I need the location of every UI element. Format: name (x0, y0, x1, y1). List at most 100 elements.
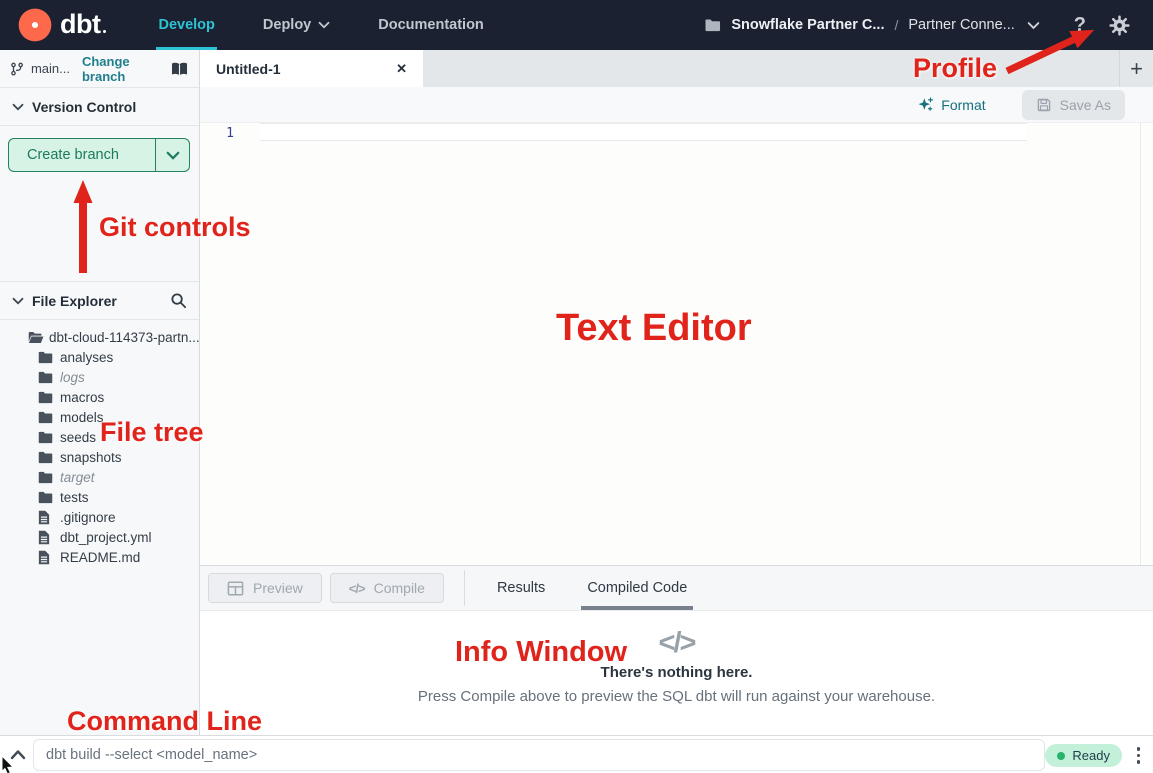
git-branch-icon (10, 61, 24, 77)
docs-book-icon[interactable] (170, 61, 189, 77)
tab-untitled-1[interactable]: Untitled-1 ✕ (200, 50, 423, 87)
search-icon[interactable] (170, 292, 187, 309)
new-tab-button[interactable]: + (1119, 50, 1153, 87)
top-navbar: dbt Develop Deploy Documentation (0, 0, 1153, 50)
folder-icon (38, 491, 55, 504)
command-input[interactable] (33, 739, 1045, 771)
tree-item--gitignore[interactable]: .gitignore (0, 507, 199, 527)
create-branch-dropdown[interactable] (155, 139, 189, 171)
tree-item-target[interactable]: target (0, 467, 199, 487)
create-branch-label[interactable]: Create branch (9, 139, 155, 171)
chevron-up-icon[interactable] (10, 747, 26, 765)
tree-item-label: snapshots (60, 450, 122, 465)
empty-state-title: There's nothing here. (601, 664, 753, 681)
dbt-cloud-ide: dbt Develop Deploy Documentation (0, 0, 1153, 773)
file-explorer-header[interactable]: File Explorer (0, 282, 199, 320)
folder-open-icon (28, 331, 44, 344)
tree-item-label: seeds (60, 430, 96, 445)
tree-item-tests[interactable]: tests (0, 487, 199, 507)
folder-icon (38, 391, 55, 404)
tree-item-label: models (60, 410, 104, 425)
text-editor[interactable]: 1 (200, 123, 1153, 565)
create-branch-button[interactable]: Create branch (8, 138, 190, 172)
tree-item-label: dbt-cloud-114373-partn... (49, 330, 200, 345)
editor-toolbar: Format Save As (200, 87, 1153, 123)
preview-label: Preview (253, 580, 303, 596)
tab-results[interactable]: Results (491, 566, 551, 610)
status-dot (1057, 752, 1065, 760)
nav-documentation[interactable]: Documentation (354, 0, 508, 50)
chevron-down-icon (12, 297, 24, 305)
save-as-button[interactable]: Save As (1022, 90, 1125, 120)
change-branch-link[interactable]: Change branch (82, 54, 170, 84)
folder-icon (38, 411, 55, 424)
tree-item-label: logs (60, 370, 85, 385)
help-icon[interactable]: ? (1074, 14, 1086, 37)
dbt-logo-icon (18, 8, 52, 42)
panel-header: Preview </> Compile Results Compi (200, 566, 1153, 611)
tree-item-dbt-project-yml[interactable]: dbt_project.yml (0, 527, 199, 547)
file-icon (38, 510, 55, 525)
file-explorer-section: File Explorer (0, 281, 199, 320)
tree-item-logs[interactable]: logs (0, 367, 199, 387)
format-button[interactable]: Format (917, 96, 985, 113)
tab-bar: Untitled-1 ✕ + (200, 50, 1153, 87)
panel-divider (464, 570, 465, 606)
tab-compiled-code[interactable]: Compiled Code (581, 566, 693, 610)
chevron-down-icon (318, 21, 330, 29)
nav-develop[interactable]: Develop (134, 0, 238, 50)
tree-item-analyses[interactable]: analyses (0, 347, 199, 367)
tree-item-readme-md[interactable]: README.md (0, 547, 199, 567)
status-label: Ready (1072, 748, 1110, 763)
status-badge: Ready (1045, 744, 1122, 767)
command-bar: Ready (0, 735, 1153, 773)
version-control-title: Version Control (32, 99, 136, 115)
tab-title: Untitled-1 (216, 61, 281, 77)
close-icon[interactable]: ✕ (396, 61, 407, 77)
tree-item-label: analyses (60, 350, 113, 365)
file-tree: dbt-cloud-114373-partn... analyses logs mac… (0, 327, 199, 567)
tree-item-snapshots[interactable]: snapshots (0, 447, 199, 467)
compile-label: Compile (374, 580, 425, 596)
brand-name: dbt (60, 9, 100, 40)
tree-item-label: README.md (60, 550, 140, 565)
info-panel: Preview </> Compile Results Compi (200, 565, 1153, 735)
file-explorer-title: File Explorer (32, 293, 117, 309)
panel-buttons: Preview </> Compile (200, 566, 444, 610)
save-as-label: Save As (1060, 97, 1111, 113)
version-control-header[interactable]: Version Control (0, 88, 199, 126)
breadcrumb-project[interactable]: Partner Conne... (908, 17, 1014, 33)
sidebar: main... Change branch Version Control Cr… (0, 50, 200, 735)
tree-item-label: macros (60, 390, 104, 405)
table-icon (227, 581, 244, 596)
tree-item-models[interactable]: models (0, 407, 199, 427)
tree-item-label: .gitignore (60, 510, 116, 525)
kebab-menu-icon[interactable] (1135, 745, 1143, 766)
editor-current-line[interactable] (260, 123, 1027, 141)
tree-item-macros[interactable]: macros (0, 387, 199, 407)
dbt-logo[interactable]: dbt (18, 8, 106, 42)
chevron-down-icon (12, 103, 24, 111)
format-label: Format (941, 97, 985, 113)
breadcrumb-separator: / (894, 17, 898, 33)
chevron-down-icon (166, 151, 180, 160)
tree-item-seeds[interactable]: seeds (0, 427, 199, 447)
line-number: 1 (200, 126, 234, 141)
navbar-right: Snowflake Partner C... / Partner Conne..… (704, 14, 1131, 37)
editor-content: Untitled-1 ✕ + Format (200, 50, 1153, 735)
nav-deploy[interactable]: Deploy (239, 0, 354, 50)
folder-icon (38, 351, 55, 364)
tree-item-label: target (60, 470, 95, 485)
breadcrumb-account[interactable]: Snowflake Partner C... (731, 17, 884, 33)
primary-nav: Develop Deploy Documentation (134, 0, 507, 50)
branch-row: main... Change branch (0, 50, 199, 88)
tree-item-dbt-cloud-114373-partn-[interactable]: dbt-cloud-114373-partn... (0, 327, 199, 347)
file-icon (38, 530, 55, 545)
gear-icon[interactable] (1108, 14, 1131, 37)
preview-button[interactable]: Preview (208, 573, 322, 603)
project-chevron-down-icon[interactable] (1027, 21, 1040, 30)
folder-icon (38, 451, 55, 464)
compile-button[interactable]: </> Compile (330, 573, 444, 603)
tree-item-label: dbt_project.yml (60, 530, 152, 545)
panel-tabs: Results Compiled Code (491, 566, 723, 610)
